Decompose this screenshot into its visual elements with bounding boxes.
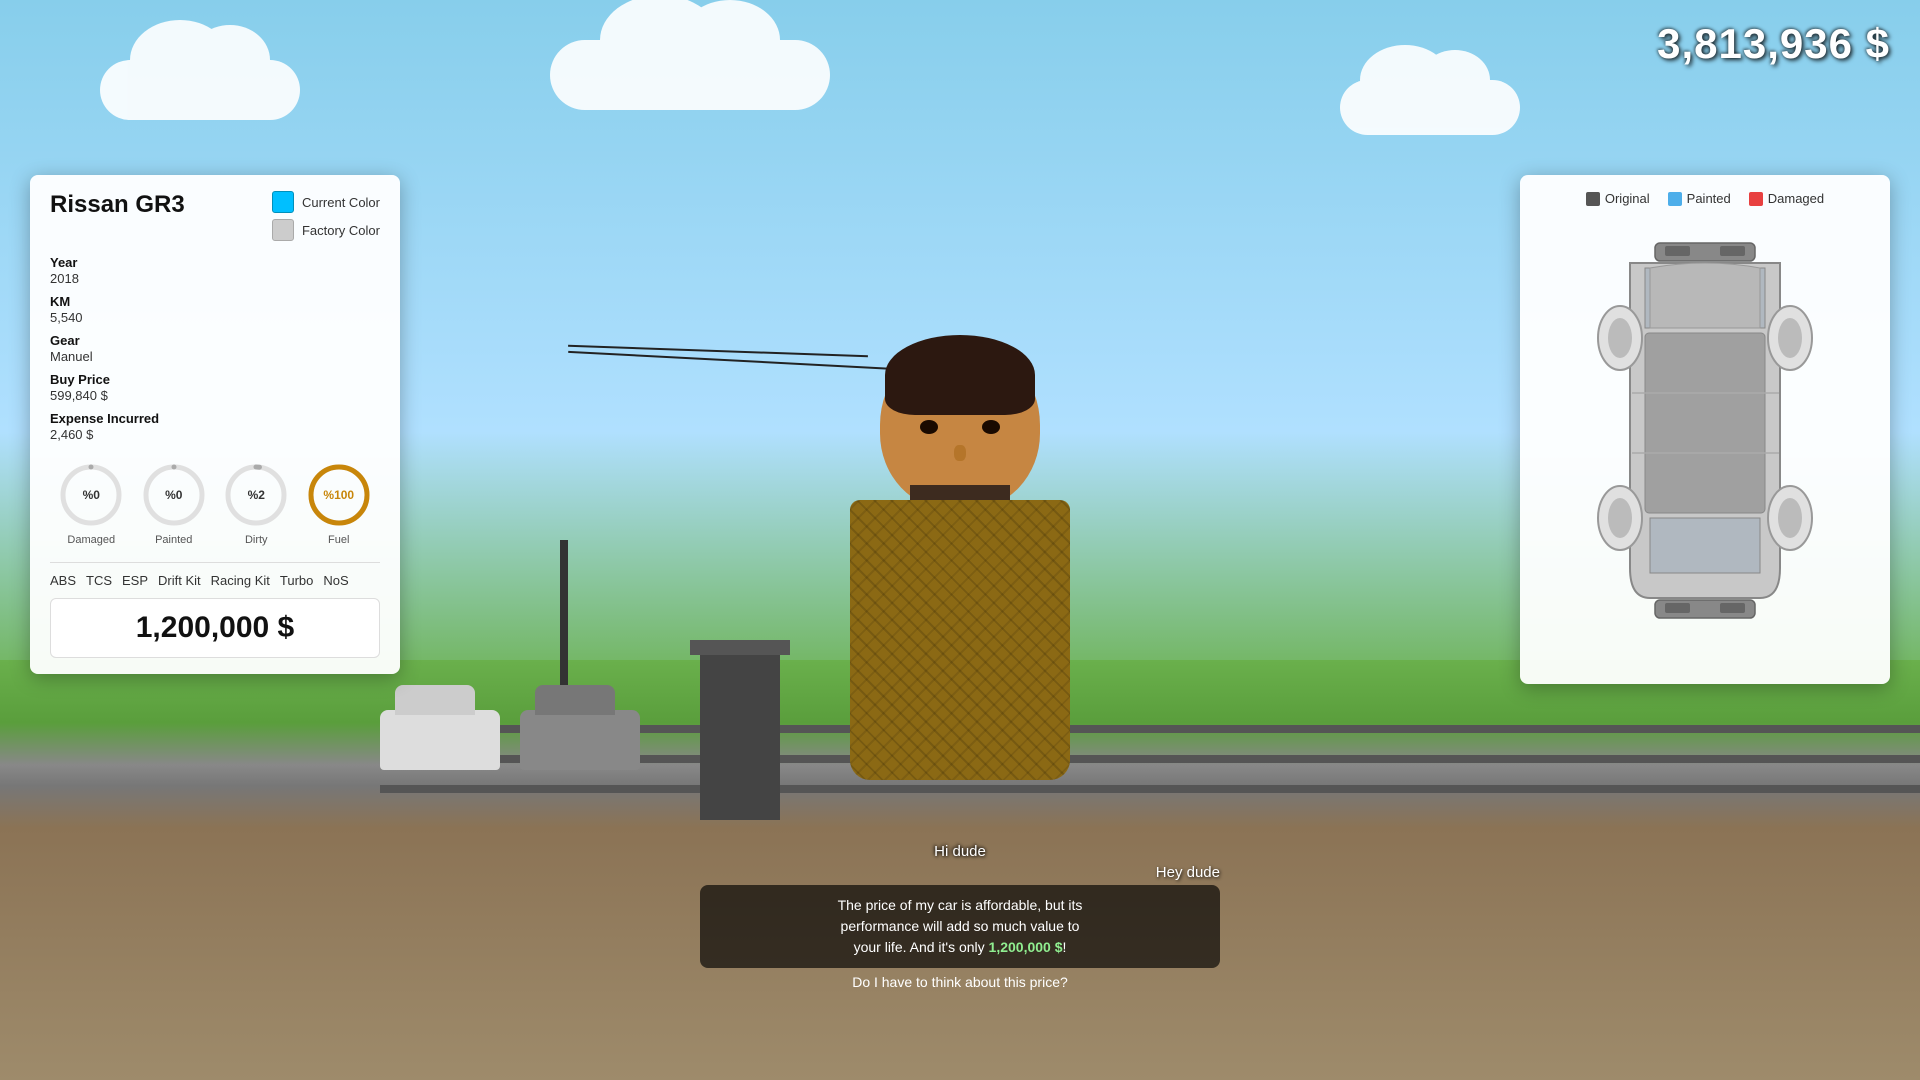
gear-label: Gear — [50, 333, 380, 348]
buy-price-row: Buy Price 599,840 $ — [50, 372, 380, 405]
gauge-damaged: %0 Damaged — [56, 460, 126, 546]
char-nose — [954, 445, 966, 461]
feature-nos: NoS — [323, 573, 348, 588]
year-value: 2018 — [50, 271, 79, 286]
dialogue-question: Do I have to think about this price? — [700, 974, 1220, 990]
expense-row: Expense Incurred 2,460 $ — [50, 411, 380, 444]
gauge-damaged-value: %0 — [83, 488, 100, 502]
char-face — [900, 400, 1020, 500]
car-top-svg — [1550, 228, 1860, 658]
year-row: Year 2018 — [50, 255, 380, 288]
npc-chat-bubble: The price of my car is affordable, but i… — [700, 885, 1220, 968]
char-eye-right — [982, 420, 1000, 434]
legend-original-dot — [1586, 192, 1600, 206]
char-body — [850, 500, 1070, 780]
gauge-fuel: %100 Fuel — [304, 460, 374, 546]
gauge-fuel-circle: %100 — [304, 460, 374, 530]
car-stats-grid: Year 2018 KM 5,540 Gear Manuel Buy Price… — [50, 255, 380, 444]
gauge-painted-value: %0 — [165, 488, 182, 502]
car-info-panel: Rissan GR3 Current Color Factory Color Y… — [30, 175, 400, 674]
km-row: KM 5,540 — [50, 294, 380, 327]
gauge-painted: %0 Painted — [139, 460, 209, 546]
bg-car-2 — [520, 710, 640, 770]
cloud-2 — [550, 40, 830, 110]
features-row: ABS TCS ESP Drift Kit Racing Kit Turbo N… — [50, 573, 380, 588]
diagram-legend: Original Painted Damaged — [1540, 191, 1870, 206]
gauge-dirty: %2 Dirty — [221, 460, 291, 546]
gauge-dirty-circle: %2 — [221, 460, 291, 530]
gear-value: Manuel — [50, 349, 93, 364]
gauge-damaged-circle: %0 — [56, 460, 126, 530]
cloud-1 — [100, 60, 300, 120]
features-divider — [50, 562, 380, 563]
dialogue-box: Hi dude Hey dude The price of my car is … — [700, 843, 1220, 990]
legend-damaged-label: Damaged — [1768, 191, 1824, 206]
gauge-painted-label: Painted — [155, 534, 192, 546]
legend-damaged: Damaged — [1749, 191, 1824, 206]
current-color-label: Current Color — [302, 195, 380, 210]
bg-car-1 — [380, 710, 500, 770]
current-color-swatch — [272, 191, 294, 213]
feature-esp: ESP — [122, 573, 148, 588]
car-name: Rissan GR3 — [50, 191, 185, 219]
legend-painted-dot — [1668, 192, 1682, 206]
background-cars — [380, 710, 640, 770]
car-diagram-view — [1540, 218, 1870, 668]
legend-original-label: Original — [1605, 191, 1650, 206]
km-label: KM — [50, 294, 380, 309]
price-highlight: 1,200,000 $ — [989, 939, 1063, 955]
current-color-item: Current Color — [272, 191, 380, 213]
player-line: Hi dude — [700, 843, 1220, 860]
feature-turbo: Turbo — [280, 573, 313, 588]
buy-price-value: 599,840 $ — [50, 388, 108, 403]
legend-damaged-dot — [1749, 192, 1763, 206]
legend-painted: Painted — [1668, 191, 1731, 206]
km-value: 5,540 — [50, 310, 83, 325]
char-eye-left — [920, 420, 938, 434]
expense-value: 2,460 $ — [50, 427, 93, 442]
feature-racing: Racing Kit — [211, 573, 270, 588]
gauge-dirty-label: Dirty — [245, 534, 268, 546]
gauges-container: %0 Damaged %0 Painted %2 — [50, 460, 380, 546]
factory-color-swatch — [272, 219, 294, 241]
factory-color-label: Factory Color — [302, 223, 380, 238]
gauge-fuel-label: Fuel — [328, 534, 349, 546]
legend-painted-label: Painted — [1687, 191, 1731, 206]
feature-tcs: TCS — [86, 573, 112, 588]
color-indicators: Current Color Factory Color — [272, 191, 380, 241]
cloud-3 — [1340, 80, 1520, 135]
gauge-painted-circle: %0 — [139, 460, 209, 530]
factory-color-item: Factory Color — [272, 219, 380, 241]
feature-abs: ABS — [50, 573, 76, 588]
hud-money: 3,813,936 $ — [1657, 20, 1890, 68]
buy-price-label: Buy Price — [50, 372, 380, 387]
sell-price-banner[interactable]: 1,200,000 $ — [50, 598, 380, 658]
year-label: Year — [50, 255, 380, 270]
car-diagram-panel: Original Painted Damaged — [1520, 175, 1890, 684]
npc-label: Hey dude — [700, 864, 1220, 881]
npc-speech-line1: The price of my car is affordable, but i… — [716, 895, 1204, 958]
gauge-damaged-label: Damaged — [67, 534, 115, 546]
gauge-fuel-value: %100 — [323, 488, 354, 502]
legend-original: Original — [1586, 191, 1650, 206]
char-head — [880, 340, 1040, 510]
gauge-dirty-value: %2 — [248, 488, 265, 502]
sell-price-value: 1,200,000 $ — [63, 611, 367, 645]
panel-header: Rissan GR3 Current Color Factory Color — [50, 191, 380, 241]
feature-drift: Drift Kit — [158, 573, 201, 588]
expense-label: Expense Incurred — [50, 411, 380, 426]
gear-row: Gear Manuel — [50, 333, 380, 366]
